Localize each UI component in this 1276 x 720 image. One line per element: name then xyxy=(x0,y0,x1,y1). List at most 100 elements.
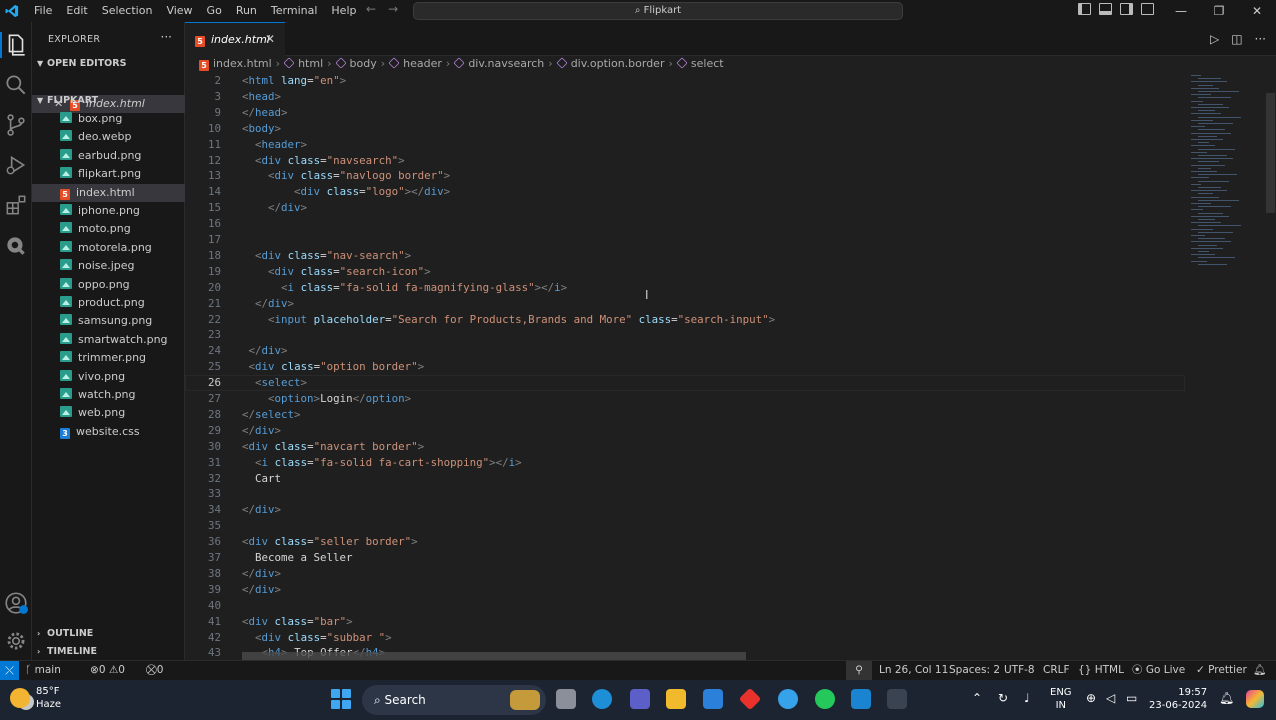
notifications-bell-icon[interactable]: 🔔︎ xyxy=(1253,661,1266,680)
code-line[interactable]: 37 Become a Seller xyxy=(185,550,1185,566)
code-line[interactable]: 40 xyxy=(185,598,1185,614)
teams-icon[interactable] xyxy=(630,689,650,709)
encoding[interactable]: UTF-8 xyxy=(1004,661,1035,680)
start-button-icon[interactable] xyxy=(331,689,351,709)
code-line[interactable]: 15 </div> xyxy=(185,200,1185,216)
search-icon[interactable] xyxy=(3,72,29,98)
code-line[interactable]: 9 </head> xyxy=(185,105,1185,121)
run-debug-icon[interactable] xyxy=(3,152,29,178)
breadcrumb-item[interactable]: header xyxy=(403,57,442,70)
code-line[interactable]: 11 <header> xyxy=(185,137,1185,153)
code-line[interactable]: 20 <i class="fa-solid fa-magnifying-glas… xyxy=(185,280,1185,296)
prettier-status[interactable]: ✓ Prettier xyxy=(1196,661,1247,680)
code-line[interactable]: 19 <div class="search-icon"> xyxy=(185,264,1185,280)
code-line[interactable]: 39 </div> xyxy=(185,582,1185,598)
file-item[interactable]: 3 website.css xyxy=(32,423,185,441)
weather-widget[interactable]: 85°F Haze xyxy=(10,685,61,711)
end-of-line[interactable]: CRLF xyxy=(1043,661,1070,680)
chrome-browser-icon[interactable] xyxy=(778,689,798,709)
whatsapp-icon[interactable] xyxy=(815,689,835,709)
source-control-icon[interactable] xyxy=(3,112,29,138)
split-editor-icon[interactable]: ◫ xyxy=(1231,32,1242,46)
menu-view[interactable]: View xyxy=(159,0,199,22)
vertical-scrollbar[interactable] xyxy=(1266,93,1275,213)
code-line[interactable]: 28 </select> xyxy=(185,407,1185,423)
file-item[interactable]: box.png xyxy=(32,110,185,128)
close-tab-icon[interactable]: ✕ xyxy=(265,23,275,56)
sync-icon[interactable]: ↻ xyxy=(998,691,1008,705)
more-actions-icon[interactable]: ··· xyxy=(161,30,172,44)
code-line[interactable]: 10 <body> xyxy=(185,121,1185,137)
file-item[interactable]: earbud.png xyxy=(32,147,185,165)
file-item[interactable]: deo.webp xyxy=(32,128,185,146)
taskbar-search[interactable]: ⌕ Search xyxy=(362,685,546,715)
outline-header[interactable]: › OUTLINE xyxy=(32,625,185,643)
code-line[interactable]: 36 <div class="seller border"> xyxy=(185,534,1185,550)
file-explorer-icon[interactable] xyxy=(666,689,686,709)
code-line[interactable]: 32 Cart xyxy=(185,471,1185,487)
ports-indicator[interactable]: ⛒0 xyxy=(146,661,163,680)
breadcrumb-item[interactable]: body xyxy=(350,57,377,70)
horizontal-scrollbar[interactable] xyxy=(242,652,746,660)
battery-icon[interactable]: ▭ xyxy=(1126,691,1137,705)
file-item[interactable]: oppo.png xyxy=(32,276,185,294)
microsoft-store-icon[interactable] xyxy=(703,689,723,709)
breadcrumb-item[interactable]: index.html xyxy=(213,57,272,70)
code-line[interactable]: 16 xyxy=(185,216,1185,232)
toggle-secondary-sidebar-icon[interactable] xyxy=(1120,3,1133,15)
maximize-icon[interactable]: ❐ xyxy=(1200,0,1238,22)
explorer-icon[interactable] xyxy=(3,32,29,58)
code-line[interactable]: 23 xyxy=(185,327,1185,343)
folder-header[interactable]: ▼ FLIPKART xyxy=(32,92,185,110)
minimap[interactable] xyxy=(1185,73,1276,660)
code-line[interactable]: 29 </div> xyxy=(185,423,1185,439)
settings-gear-icon[interactable] xyxy=(3,628,29,654)
file-item[interactable]: iphone.png xyxy=(32,202,185,220)
anydesk-icon[interactable] xyxy=(738,687,762,711)
menu-selection[interactable]: Selection xyxy=(95,0,160,22)
code-line[interactable]: 34 </div> xyxy=(185,502,1185,518)
go-live-button[interactable]: ⦿ Go Live xyxy=(1132,661,1185,680)
cursor-position[interactable]: Ln 26, Col 11 xyxy=(879,661,948,680)
breadcrumb-item[interactable]: div.option.border xyxy=(571,57,665,70)
tab-index-html[interactable]: 5 index.html ✕ xyxy=(185,22,285,56)
code-line[interactable]: 25 <div class="option border"> xyxy=(185,359,1185,375)
file-item[interactable]: smartwatch.png xyxy=(32,331,185,349)
edge-browser-icon[interactable] xyxy=(592,689,612,709)
file-item[interactable]: 5 index.html xyxy=(32,183,185,202)
more-actions-icon[interactable]: ··· xyxy=(1255,32,1266,46)
speaker-icon[interactable]: ◁ xyxy=(1106,691,1115,705)
file-item[interactable]: samsung.png xyxy=(32,312,185,330)
breadcrumb-item[interactable]: html xyxy=(298,57,323,70)
language-mode[interactable]: {} HTML xyxy=(1078,661,1124,680)
code-line[interactable]: 31 <i class="fa-solid fa-cart-shopping">… xyxy=(185,455,1185,471)
code-editor[interactable]: 2 <html lang="en"> 3 <head> 9 </head> 10 <body>… xyxy=(185,73,1185,660)
menu-file[interactable]: File xyxy=(27,0,59,22)
code-line[interactable]: 13 <div class="navlogo border"> xyxy=(185,168,1185,184)
extensions-icon[interactable] xyxy=(3,192,29,218)
vscode-taskbar-icon[interactable] xyxy=(851,689,871,709)
code-line[interactable]: 18 <div class="nav-search"> xyxy=(185,248,1185,264)
code-line[interactable]: 22 <input placeholder="Search for Produc… xyxy=(185,312,1185,328)
close-icon[interactable]: ✕ xyxy=(1238,0,1276,22)
remote-explorer-icon[interactable] xyxy=(3,232,29,258)
branch-indicator[interactable]: ᚴ main xyxy=(25,661,61,680)
code-line[interactable]: 27 <option>Login</option> xyxy=(185,391,1185,407)
menu-run[interactable]: Run xyxy=(229,0,264,22)
code-line[interactable]: 17 xyxy=(185,232,1185,248)
file-item[interactable]: flipkart.png xyxy=(32,165,185,183)
file-item[interactable]: product.png xyxy=(32,294,185,312)
breadcrumb-item[interactable]: select xyxy=(691,57,724,70)
open-editors-header[interactable]: ▼ OPEN EDITORS xyxy=(32,55,185,73)
task-view-icon[interactable] xyxy=(556,689,576,709)
code-line[interactable]: 38 </div> xyxy=(185,566,1185,582)
code-line[interactable]: 30 <div class="navcart border"> xyxy=(185,439,1185,455)
code-line[interactable]: 24 </div> xyxy=(185,343,1185,359)
code-line[interactable]: 33 xyxy=(185,486,1185,502)
file-item[interactable]: web.png xyxy=(32,404,185,422)
timeline-header[interactable]: › TIMELINE xyxy=(32,643,185,661)
indentation[interactable]: Spaces: 2 xyxy=(949,661,1000,680)
breadcrumb-item[interactable]: div.navsearch xyxy=(468,57,544,70)
notifications-icon[interactable]: 🔔︎ xyxy=(1219,691,1234,705)
menu-help[interactable]: Help xyxy=(324,0,363,22)
